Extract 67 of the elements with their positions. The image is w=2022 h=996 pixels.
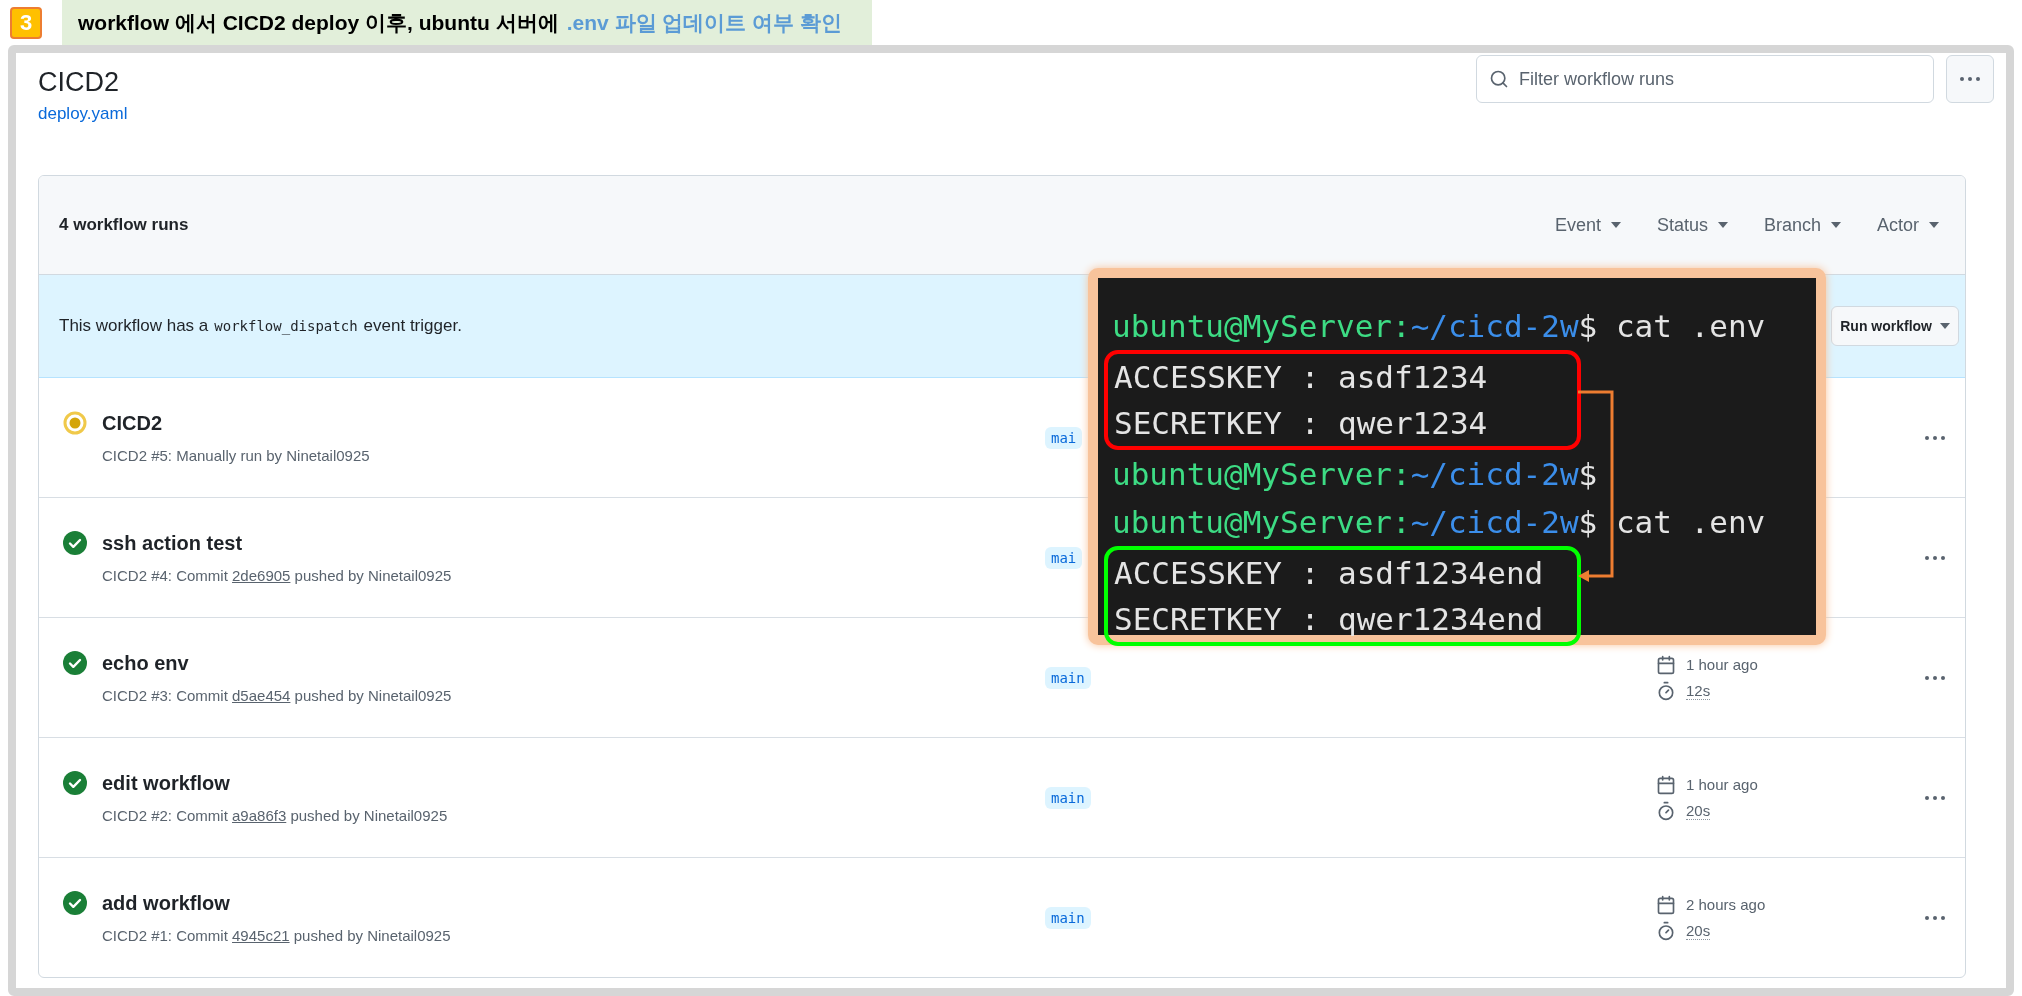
terminal-line: ubuntu@MyServer:~/cicd-2w$ bbox=[1111, 455, 1599, 494]
caret-icon bbox=[1940, 323, 1950, 329]
workflow-file-link[interactable]: deploy.yaml bbox=[38, 104, 128, 124]
workflow-title: CICD2 bbox=[38, 67, 120, 98]
ellipsis-icon bbox=[1925, 915, 1945, 920]
check-circle-icon bbox=[63, 531, 87, 555]
annotation-caption: workflow 에서 CICD2 deploy 이후, ubuntu 서버에 .env 파일 업데이트 여부 확인 bbox=[62, 0, 873, 45]
commit-link[interactable]: 4945c21 bbox=[232, 927, 290, 944]
terminal-line: ubuntu@MyServer:~/cicd-2w$ cat .env bbox=[1111, 503, 1767, 542]
run-meta: CICD2 #1: Commit 4945c21 pushed by Ninetail0925 bbox=[102, 927, 452, 944]
search-icon bbox=[1489, 69, 1509, 89]
run-title[interactable]: echo env bbox=[102, 651, 1045, 675]
run-title[interactable]: ssh action test bbox=[102, 531, 1045, 555]
commit-link[interactable]: d5ae454 bbox=[232, 687, 291, 704]
branch-label[interactable]: main bbox=[1045, 906, 1091, 929]
check-circle-icon bbox=[63, 891, 87, 915]
run-meta: CICD2 #3: Commit d5ae454 pushed by Ninetail0925 bbox=[102, 687, 453, 704]
calendar-icon bbox=[1656, 894, 1676, 915]
caret-icon bbox=[1831, 222, 1841, 228]
filter-dropdown[interactable]: Event bbox=[1554, 214, 1621, 236]
terminal-line: ACCESSKEY : asdf1234 bbox=[1113, 358, 1489, 397]
run-meta: CICD2 #2: Commit a9a86f3 pushed by Ninetail0925 bbox=[102, 807, 449, 824]
run-age: 2 hours ago bbox=[1686, 896, 1766, 913]
run-age: 1 hour ago bbox=[1686, 776, 1758, 793]
filter-dropdown[interactable]: Branch bbox=[1763, 214, 1841, 236]
ellipsis-icon bbox=[1960, 77, 1980, 81]
stopwatch-icon bbox=[1656, 800, 1676, 821]
run-title[interactable]: edit workflow bbox=[102, 771, 1045, 795]
caret-icon bbox=[1929, 222, 1939, 228]
terminal-line: ACCESSKEY : asdf1234end bbox=[1113, 554, 1545, 593]
run-duration: 20s bbox=[1686, 801, 1711, 820]
check-circle-icon bbox=[63, 771, 87, 795]
terminal-line: SECRETKEY : qwer1234end bbox=[1113, 600, 1545, 639]
run-duration: 20s bbox=[1686, 921, 1711, 940]
branch-label[interactable]: main bbox=[1045, 666, 1091, 689]
terminal-line: ubuntu@MyServer:~/cicd-2w$ cat .env bbox=[1111, 307, 1767, 346]
filter-field[interactable]: Filter workflow runs bbox=[1476, 55, 1934, 103]
check-circle-icon bbox=[63, 651, 87, 675]
caret-icon bbox=[1610, 222, 1621, 228]
run-duration: 12s bbox=[1686, 681, 1711, 700]
branch-label[interactable]: main bbox=[1045, 786, 1091, 809]
step-badge: 3 bbox=[10, 6, 42, 39]
run-workflow-button[interactable]: Run workflow bbox=[1831, 306, 1959, 346]
commit-link[interactable]: a9a86f3 bbox=[232, 807, 287, 824]
calendar-icon bbox=[1656, 654, 1676, 675]
branch-label[interactable]: mai bbox=[1045, 546, 1083, 569]
caret-icon bbox=[1717, 222, 1728, 228]
in-progress-icon bbox=[63, 411, 87, 435]
run-title[interactable]: CICD2 bbox=[102, 411, 1045, 435]
ellipsis-icon bbox=[1925, 555, 1945, 560]
run-age: 1 hour ago bbox=[1686, 656, 1758, 673]
commit-link[interactable]: 2de6905 bbox=[232, 567, 291, 584]
run-meta: CICD2 #4: Commit 2de6905 pushed by Ninetail0925 bbox=[102, 567, 453, 584]
branch-label[interactable]: mai bbox=[1045, 426, 1083, 449]
run-title[interactable]: add workflow bbox=[102, 891, 1045, 915]
ellipsis-icon bbox=[1925, 435, 1945, 440]
stopwatch-icon bbox=[1656, 920, 1676, 941]
calendar-icon bbox=[1656, 774, 1676, 795]
ellipsis-icon bbox=[1925, 795, 1945, 800]
notice-text: This workflow has a workflow_dispatch event trigger. bbox=[59, 316, 462, 336]
filter-dropdown[interactable]: Actor bbox=[1877, 214, 1939, 236]
ellipsis-icon bbox=[1925, 675, 1945, 680]
runs-count: 4 workflow runs bbox=[59, 215, 189, 235]
stopwatch-icon bbox=[1656, 680, 1676, 701]
run-meta: CICD2 #5: Manually run by Ninetail0925 bbox=[102, 447, 371, 464]
filter-dropdown[interactable]: Status bbox=[1656, 214, 1728, 236]
terminal-line: SECRETKEY : qwer1234 bbox=[1113, 404, 1489, 443]
